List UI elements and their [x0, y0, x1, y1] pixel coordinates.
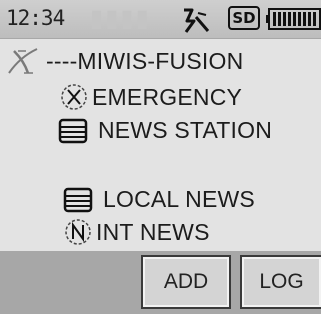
list-item-label: INT NEWS: [96, 218, 210, 245]
status-bar: ▮▮▮▮ 12:34 SD: [0, 0, 321, 39]
list-item[interactable]: LOCAL NEWS: [63, 186, 255, 213]
x-circle-icon: [61, 84, 87, 110]
list-item-label: EMERGENCY: [92, 83, 243, 110]
list-item[interactable]: NEWS STATION: [58, 117, 272, 144]
list-item[interactable]: EMERGENCY: [60, 83, 242, 111]
clock-time: 12:34: [6, 6, 65, 30]
list-header-row[interactable]: ----MIWIS-FUSION: [6, 47, 243, 75]
log-button[interactable]: LOG: [240, 255, 321, 309]
wires-x-logo-icon: [8, 48, 38, 74]
battery-icon: [266, 8, 321, 30]
n-circle-icon: [65, 219, 91, 245]
room-list: ----MIWIS-FUSION EMERGENCY NEWS STATION …: [0, 39, 321, 251]
signal-strength-icon: [184, 8, 210, 33]
add-button[interactable]: ADD: [141, 255, 231, 309]
list-icon: [58, 118, 88, 143]
sd-card-icon: SD: [228, 6, 260, 30]
list-item-label: LOCAL NEWS: [103, 186, 255, 212]
list-icon: [63, 187, 93, 212]
list-item[interactable]: INT NEWS: [64, 218, 210, 246]
softkey-bar: ADD LOG: [0, 251, 321, 314]
faint-background-icons: ▮▮▮▮: [90, 4, 151, 32]
list-item-label: NEWS STATION: [98, 117, 273, 143]
list-header-label: ----MIWIS-FUSION: [46, 47, 244, 74]
sd-label: SD: [232, 9, 256, 27]
